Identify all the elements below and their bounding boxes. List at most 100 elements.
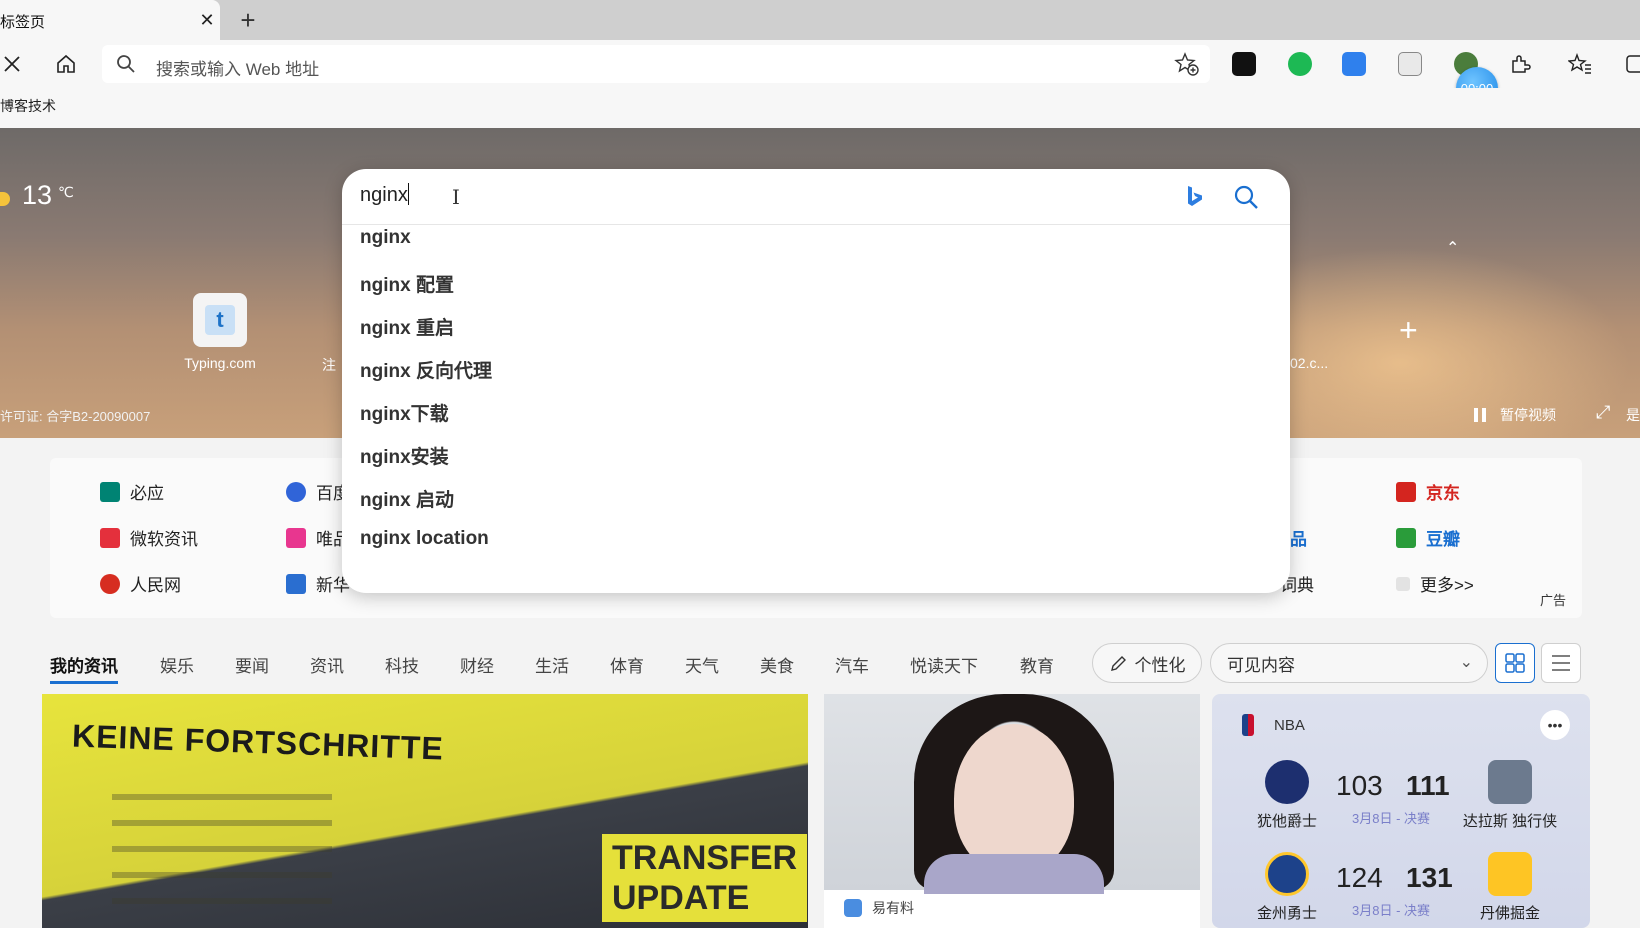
suggestion-item[interactable]: nginx 重启 [360, 313, 454, 340]
grid-view-button[interactable] [1495, 643, 1535, 683]
link-vip[interactable]: 唯品 [286, 525, 350, 550]
suggestion-item[interactable]: nginx 配置 [360, 270, 454, 297]
favorite-item[interactable]: 博客技术 [0, 96, 56, 116]
browser-toolbar: 搜索或输入 Web 地址 [0, 40, 1640, 88]
tab-finance[interactable]: 财经 [460, 652, 494, 677]
extension-icon[interactable] [1398, 52, 1422, 76]
tab-active[interactable]: 标签页 ✕ [0, 0, 220, 40]
extension-icon[interactable] [1288, 52, 1312, 76]
bing-button[interactable] [1180, 183, 1208, 211]
suggestion-item[interactable]: nginx [360, 227, 411, 249]
tab-headlines[interactable]: 要闻 [235, 652, 269, 677]
extension-icon[interactable] [1232, 52, 1256, 76]
link-xinhua[interactable]: 新华 [286, 571, 350, 596]
warriors-logo-icon [1265, 852, 1309, 896]
suggestion-item[interactable]: nginx 反向代理 [360, 356, 492, 383]
close-icon[interactable]: ✕ [196, 9, 218, 31]
search-submit-button[interactable] [1230, 181, 1262, 213]
visible-content-dropdown[interactable]: 可见内容 ⌄ [1210, 643, 1488, 683]
suggestion-item[interactable]: nginx location [360, 528, 489, 550]
quick-link-label: Typing.com [184, 355, 256, 371]
pause-video-button[interactable]: 暂停视频 [1474, 405, 1556, 425]
address-placeholder: 搜索或输入 Web 地址 [156, 60, 320, 79]
link-partial[interactable]: 品 [1290, 525, 1307, 550]
link-jd[interactable]: 京东 [1396, 479, 1460, 504]
team-name: 达拉斯 独行侠 [1462, 813, 1558, 830]
mavericks-logo-icon [1488, 760, 1532, 804]
add-favorite-icon[interactable] [1174, 51, 1200, 77]
tab-strip: 标签页 ✕ + [0, 0, 1640, 40]
news-icon [100, 527, 120, 548]
link-douban[interactable]: 豆瓣 [1396, 525, 1460, 550]
tab-tech[interactable]: 科技 [385, 652, 419, 677]
suggestion-item[interactable]: nginx安装 [360, 442, 449, 469]
new-tab-button[interactable]: + [234, 5, 262, 35]
text-cursor-icon: I [452, 185, 460, 209]
typing-logo-icon: t [205, 305, 235, 335]
jd-icon [1396, 481, 1416, 502]
sun-icon [0, 192, 10, 206]
tab-life[interactable]: 生活 [535, 652, 569, 677]
suggestion-item[interactable]: nginx下载 [360, 399, 449, 426]
card-image-lines [112, 794, 332, 924]
tab-auto[interactable]: 汽车 [835, 652, 869, 677]
quick-link-label-partial[interactable]: 02.c... [1290, 355, 1328, 371]
add-shortcut-icon[interactable]: + [1399, 312, 1418, 349]
link-label: 人民网 [130, 576, 181, 595]
personalize-label: 个性化 [1134, 655, 1186, 675]
personalize-button[interactable]: 个性化 [1092, 643, 1202, 683]
extension-icon[interactable] [1342, 52, 1366, 76]
link-baidu[interactable]: 百度 [286, 479, 350, 504]
search-input-row[interactable]: nginx I [342, 169, 1290, 225]
link-more[interactable]: 更多>> [1396, 571, 1474, 596]
pencil-icon [1110, 656, 1126, 671]
chevron-up-icon[interactable]: ⌃ [1446, 238, 1459, 258]
tab-food[interactable]: 美食 [760, 652, 794, 677]
temperature-unit: ℃ [58, 184, 74, 200]
suggestion-item[interactable]: nginx 启动 [360, 485, 454, 512]
extensions-button[interactable] [1504, 48, 1536, 80]
list-view-button[interactable] [1541, 643, 1581, 683]
tab-entertainment[interactable]: 娱乐 [160, 652, 194, 677]
baidu-icon [286, 481, 306, 502]
away-score: 111 [1406, 770, 1450, 801]
search-input[interactable]: nginx [360, 183, 409, 207]
link-people[interactable]: 人民网 [100, 571, 181, 596]
quick-link-label-partial[interactable]: 注 [322, 355, 336, 375]
temperature: 13 [22, 180, 53, 210]
news-card-photo[interactable]: 易有料 [824, 694, 1200, 928]
weather-widget[interactable]: 13 ℃ [0, 180, 74, 211]
stop-button[interactable] [0, 48, 28, 80]
nba-logo-icon [1242, 714, 1254, 736]
team-away[interactable]: 达拉斯 独行侠 [1450, 760, 1570, 831]
favorites-bar: 博客技术 [0, 88, 1640, 128]
visible-content-label: 可见内容 [1227, 655, 1295, 675]
tab-reading[interactable]: 悦读天下 [910, 652, 978, 677]
quick-link-typing[interactable]: t Typing.com [180, 293, 260, 371]
tab-education[interactable]: 教育 [1020, 652, 1054, 677]
text-caret [407, 183, 409, 205]
address-bar[interactable]: 搜索或输入 Web 地址 [102, 45, 1210, 83]
hero-text-partial[interactable]: 是 [1626, 405, 1640, 425]
link-msn[interactable]: 微软资讯 [100, 525, 198, 550]
tab-my-news[interactable]: 我的资讯 [50, 652, 118, 684]
team-away[interactable]: 丹佛掘金 [1450, 852, 1570, 923]
tab-weather[interactable]: 天气 [685, 652, 719, 677]
grid-icon [1505, 653, 1525, 673]
nba-scores-card[interactable]: NBA ••• 犹他爵士 103 111 3月8日 - 决赛 达拉斯 独行侠 金… [1212, 694, 1590, 928]
collections-button[interactable] [1618, 48, 1640, 80]
xinhua-icon [286, 573, 306, 594]
link-bing[interactable]: 必应 [100, 479, 164, 504]
link-label: 京东 [1426, 484, 1460, 503]
favorites-button[interactable] [1564, 48, 1596, 80]
news-card-video[interactable]: KEINE FORTSCHRITTE TRANSFER UPDATE [42, 694, 808, 928]
tab-sports[interactable]: 体育 [610, 652, 644, 677]
team-home[interactable]: 犹他爵士 [1242, 760, 1332, 831]
home-button[interactable] [50, 48, 82, 80]
tab-news[interactable]: 资讯 [310, 652, 344, 677]
expand-icon[interactable]: ⤢ [1596, 402, 1610, 423]
more-options-button[interactable]: ••• [1540, 710, 1570, 740]
team-home[interactable]: 金州勇士 [1242, 852, 1332, 923]
tab-title: 标签页 [0, 14, 46, 31]
team-name: 犹他爵士 [1256, 813, 1317, 830]
